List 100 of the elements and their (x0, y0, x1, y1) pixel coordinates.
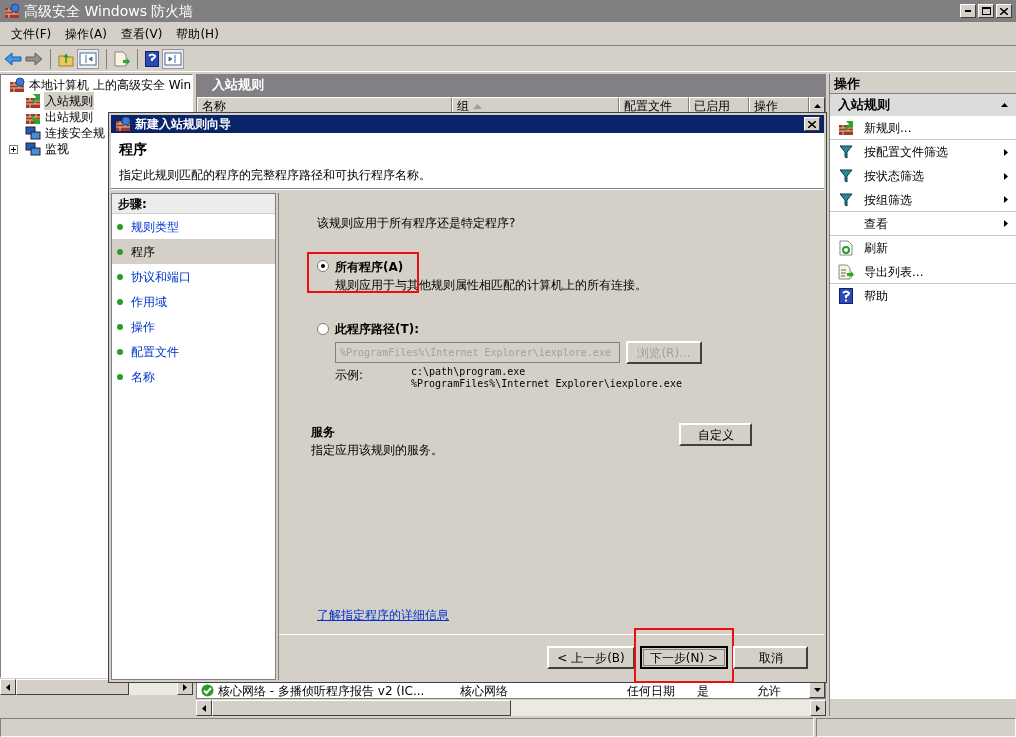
step-item[interactable]: 规则类型 (112, 214, 275, 239)
step-item[interactable]: 名称 (112, 364, 275, 389)
page-description: 指定此规则匹配的程序的完整程序路径和可执行程序名称。 (119, 167, 431, 184)
table-cell-text: 核心网络 (459, 682, 509, 700)
minimize-button[interactable] (960, 4, 976, 18)
steps-title: 步骤: (118, 195, 147, 213)
menu-item[interactable]: 操作(A) (58, 24, 114, 43)
wizard-button[interactable]: 取消 (733, 646, 808, 669)
help-icon (839, 288, 853, 304)
action-item[interactable]: 刷新 (830, 236, 1016, 260)
expand-toggle[interactable] (9, 144, 18, 154)
action-item[interactable]: 导出列表... (830, 260, 1016, 284)
step-item[interactable]: 配置文件 (112, 339, 275, 364)
close-button[interactable] (804, 117, 820, 131)
table-cell-text: 允许 (756, 682, 782, 700)
export-icon (838, 263, 854, 280)
close-button[interactable] (996, 4, 1012, 18)
menu-item[interactable]: 查看(V) (113, 24, 170, 43)
left-arrow-icon (6, 683, 10, 691)
page-heading: 程序 (119, 140, 147, 159)
step-item[interactable]: 程序 (112, 239, 275, 264)
firewall-icon (9, 77, 25, 93)
tree-item[interactable]: 连接安全规 (44, 124, 106, 142)
customize-button[interactable]: 自定义 (679, 423, 752, 446)
up-arrow-icon (813, 104, 821, 108)
table-cell-text: 是 (696, 682, 710, 700)
back-arrow-icon[interactable] (4, 51, 22, 66)
export-list-icon[interactable] (114, 50, 130, 67)
submenu-arrow-icon (1004, 172, 1008, 180)
bullet-icon (117, 348, 123, 355)
bullet-icon (117, 373, 123, 380)
action-item[interactable]: 帮助 (830, 284, 1016, 308)
bullet-icon (117, 273, 123, 280)
option-label[interactable]: 所有程序(A) (335, 258, 404, 276)
tree-item[interactable]: 入站规则 (44, 92, 94, 110)
filter-icon (839, 169, 853, 183)
option-label[interactable]: 此程序路径(T): (335, 320, 419, 338)
radio-button[interactable] (317, 260, 329, 272)
table-cell-text: 核心网络 - 多播侦听程序报告 v2 (IC... (218, 682, 425, 700)
example-label: 示例: (335, 367, 365, 384)
example-path: c:\path\program.exe (411, 366, 527, 378)
pane-toggle-icon[interactable] (77, 48, 99, 69)
help-icon[interactable] (145, 50, 159, 67)
action-item[interactable]: 按配置文件筛选 (830, 140, 1016, 164)
firewall-icon (115, 116, 131, 132)
minimize-icon (965, 10, 971, 12)
sort-arrow-icon (473, 103, 482, 109)
scroll-right-button[interactable] (810, 700, 826, 716)
action-item[interactable]: 按组筛选 (830, 188, 1016, 212)
maximize-icon (981, 7, 991, 15)
scroll-left-button[interactable] (0, 679, 16, 695)
pane-title: 操作 (834, 74, 860, 93)
inbound-rule-icon (25, 93, 41, 109)
brick-wall-icon (838, 119, 854, 136)
submenu-arrow-icon (1004, 148, 1008, 156)
section-header[interactable]: 入站规则 (830, 94, 1016, 116)
step-item[interactable]: 协议和端口 (112, 264, 275, 289)
step-item[interactable]: 作用域 (112, 289, 275, 314)
example-path: %ProgramFiles%\Internet Explorer\iexplore.exe (411, 378, 682, 390)
step-item[interactable]: 操作 (112, 314, 275, 339)
wizard-button[interactable]: < 上一步(B) (547, 646, 635, 669)
forward-arrow-icon[interactable] (25, 51, 43, 66)
dialog-title: 新建入站规则向导 (135, 116, 232, 133)
filter-icon (839, 145, 853, 159)
action-item[interactable]: 按状态筛选 (830, 164, 1016, 188)
maximize-button[interactable] (978, 4, 994, 18)
tree-item[interactable]: 监视 (44, 140, 70, 158)
section-title: 服务 (311, 424, 335, 441)
tree-item[interactable]: 本地计算机 上的高级安全 Win (29, 76, 192, 94)
bullet-icon (117, 223, 123, 230)
action-item[interactable]: 新规则... (830, 116, 1016, 140)
tree-item[interactable]: 出站规则 (44, 108, 94, 126)
bullet-icon (117, 323, 123, 330)
bullet-icon (117, 298, 123, 305)
pane-title: 入站规则 (212, 76, 264, 95)
action-item[interactable]: 查看 (830, 212, 1016, 236)
details-link[interactable]: 了解指定程序的详细信息 (317, 606, 449, 624)
computers-icon (25, 125, 41, 141)
section-description: 指定应用该规则的服务。 (311, 442, 443, 459)
bullet-icon (117, 248, 123, 255)
scroll-thumb[interactable] (212, 700, 511, 716)
menu-item[interactable]: 文件(F) (4, 24, 59, 43)
right-arrow-icon (816, 704, 820, 712)
horizontal-scrollbar[interactable] (196, 699, 826, 716)
firewall-icon (4, 3, 20, 19)
wizard-button[interactable]: 下一步(N) > (639, 646, 728, 669)
close-icon (808, 120, 816, 128)
scroll-thumb[interactable] (16, 679, 129, 695)
scroll-left-button[interactable] (196, 700, 212, 716)
radio-button[interactable] (317, 323, 329, 335)
left-arrow-icon (202, 704, 206, 712)
collapse-arrow-icon (1001, 103, 1008, 107)
window-title: 高级安全 Windows 防火墙 (24, 1, 195, 21)
monitor-icon (25, 141, 41, 157)
down-arrow-icon (813, 688, 821, 692)
filter-icon (839, 192, 853, 207)
right-arrow-icon (183, 683, 187, 691)
menu-item[interactable]: 帮助(H) (169, 24, 226, 43)
refresh-icon (839, 240, 853, 256)
submenu-arrow-icon (1004, 196, 1008, 203)
